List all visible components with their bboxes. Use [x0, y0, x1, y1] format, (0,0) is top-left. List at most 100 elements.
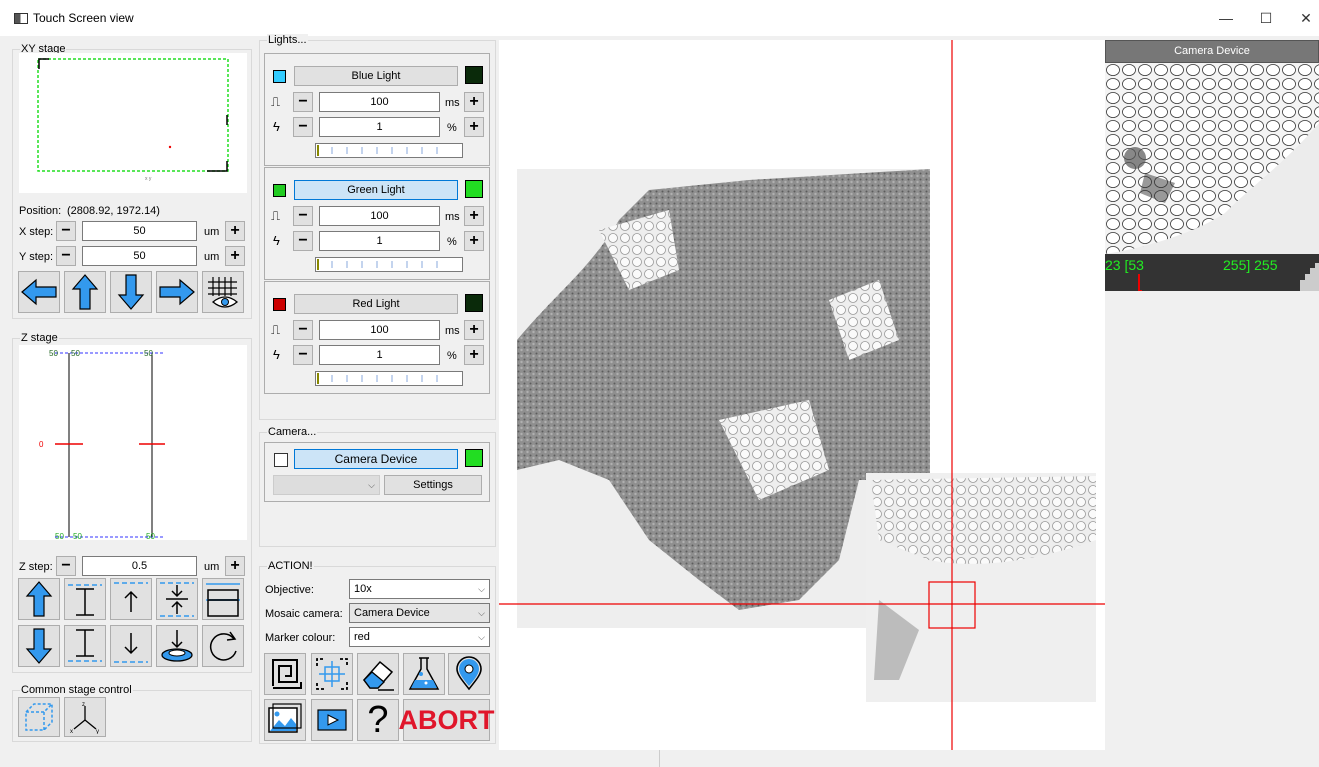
spiral-scan-button[interactable]	[264, 653, 306, 695]
power-input[interactable]: 1	[319, 117, 440, 137]
pulse-icon: ⎍	[271, 322, 281, 337]
mosaic-view[interactable]	[499, 40, 1105, 750]
exposure-plus-button[interactable]: +	[464, 206, 484, 226]
play-button[interactable]	[311, 699, 353, 741]
lightning-icon: ϟ	[273, 233, 280, 248]
y-step-input[interactable]: 50	[82, 246, 197, 266]
histogram-panel: 23 [53 255] 255	[1105, 254, 1319, 291]
green-light-button[interactable]: Green Light	[294, 180, 458, 200]
move-down-button[interactable]	[110, 271, 152, 313]
exposure-plus-button[interactable]: +	[464, 92, 484, 112]
x-step-label: X step:	[19, 226, 54, 238]
objective-select[interactable]: 10x ⌵	[349, 579, 490, 599]
camera-device-button[interactable]: Camera Device	[294, 449, 458, 469]
abort-button[interactable]: ABORT	[399, 699, 495, 741]
z-set-top-button[interactable]	[156, 578, 198, 620]
mosaic-image-button[interactable]	[264, 699, 306, 741]
camera-select[interactable]: ⌵	[273, 475, 380, 495]
z-bottom-limit-button[interactable]	[64, 625, 106, 667]
grid-eye-icon	[208, 277, 239, 308]
svg-text:y: y	[96, 729, 99, 734]
close-button[interactable]: ✕	[1296, 8, 1316, 28]
z-refresh-button[interactable]	[202, 625, 244, 667]
x-step-input[interactable]: 50	[82, 221, 197, 241]
crosshair-icon	[316, 658, 348, 690]
power-minus-button[interactable]: −	[293, 345, 313, 365]
camera-panel: Camera Device ⌵ Settings	[264, 442, 490, 502]
range-box-icon	[206, 583, 240, 617]
red-light-button[interactable]: Red Light	[294, 294, 458, 314]
z-bottom-label-2: 50	[73, 532, 82, 541]
location-pin-button[interactable]	[448, 653, 490, 695]
move-up-button[interactable]	[64, 271, 106, 313]
axes-icon: z x y	[70, 702, 99, 734]
z-range-button[interactable]	[202, 578, 244, 620]
z-step-minus-button[interactable]: −	[56, 556, 76, 576]
xy-stage-canvas[interactable]: x y	[19, 53, 247, 193]
camera-checkbox[interactable]	[274, 453, 288, 467]
move-right-button[interactable]	[156, 271, 198, 313]
app-icon	[14, 13, 28, 24]
svg-text:x y: x y	[145, 176, 152, 182]
move-left-button[interactable]	[18, 271, 60, 313]
z-down-fast-button[interactable]	[18, 625, 60, 667]
y-step-plus-button[interactable]: +	[225, 246, 245, 266]
light-swatch	[273, 70, 286, 83]
exposure-minus-button[interactable]: −	[293, 92, 313, 112]
z-down-step-button[interactable]	[110, 625, 152, 667]
exposure-input[interactable]: 100	[319, 320, 440, 340]
mosaic-camera-select[interactable]: Camera Device ⌵	[349, 603, 490, 623]
minimize-button[interactable]: —	[1216, 8, 1236, 28]
x-step-unit: um	[204, 226, 220, 238]
small-arrow-up-icon	[114, 582, 148, 612]
power-minus-button[interactable]: −	[293, 117, 313, 137]
maximize-button[interactable]: ☐	[1256, 8, 1276, 28]
exposure-minus-button[interactable]: −	[293, 320, 313, 340]
z-up-fast-button[interactable]	[18, 578, 60, 620]
camera-settings-button[interactable]: Settings	[384, 475, 482, 495]
z-step-plus-button[interactable]: +	[225, 556, 245, 576]
title-bar: Touch Screen view — ☐ ✕	[0, 0, 1319, 36]
blue-light-button[interactable]: Blue Light	[294, 66, 458, 86]
z-mid-label: 0	[39, 440, 44, 449]
exposure-input[interactable]: 100	[319, 206, 440, 226]
exposure-plus-button[interactable]: +	[464, 320, 484, 340]
camera-preview-image	[1105, 63, 1319, 254]
exposure-minus-button[interactable]: −	[293, 206, 313, 226]
z-top-limit-button[interactable]	[64, 578, 106, 620]
objective-label: Objective:	[265, 584, 314, 596]
z-bottom-label-1: 50	[55, 532, 64, 541]
y-step-minus-button[interactable]: −	[56, 246, 76, 266]
power-plus-button[interactable]: +	[464, 345, 484, 365]
camera-indicator	[465, 449, 483, 467]
exposure-unit: ms	[445, 211, 460, 223]
axes-button[interactable]: z x y	[64, 697, 106, 737]
top-limit-icon	[68, 584, 102, 616]
power-input[interactable]: 1	[319, 231, 440, 251]
power-plus-button[interactable]: +	[464, 231, 484, 251]
eraser-button[interactable]	[357, 653, 399, 695]
x-step-plus-button[interactable]: +	[225, 221, 245, 241]
x-step-minus-button[interactable]: −	[56, 221, 76, 241]
action-title: ACTION!	[267, 560, 314, 572]
help-button[interactable]: ?	[357, 699, 399, 741]
cube-view-button[interactable]	[18, 697, 60, 737]
z-focus-button[interactable]	[156, 625, 198, 667]
z-step-input[interactable]: 0.5	[82, 556, 197, 576]
position-value: (2808.92, 1972.14)	[67, 205, 160, 217]
power-input[interactable]: 1	[319, 345, 440, 365]
chevron-down-icon: ⌵	[478, 632, 485, 642]
flask-button[interactable]	[403, 653, 445, 695]
marker-colour-select[interactable]: red ⌵	[349, 627, 490, 647]
z-stage-canvas[interactable]	[19, 345, 247, 540]
center-crosshair-button[interactable]	[311, 653, 353, 695]
y-step-label: Y step:	[19, 251, 54, 263]
grid-view-button[interactable]	[202, 271, 244, 313]
power-minus-button[interactable]: −	[293, 231, 313, 251]
z-up-step-button[interactable]	[110, 578, 152, 620]
arrow-left-icon	[21, 278, 57, 306]
z-top-label-3: 50	[144, 349, 153, 358]
arrow-down-icon	[117, 274, 145, 310]
power-plus-button[interactable]: +	[464, 117, 484, 137]
exposure-input[interactable]: 100	[319, 92, 440, 112]
